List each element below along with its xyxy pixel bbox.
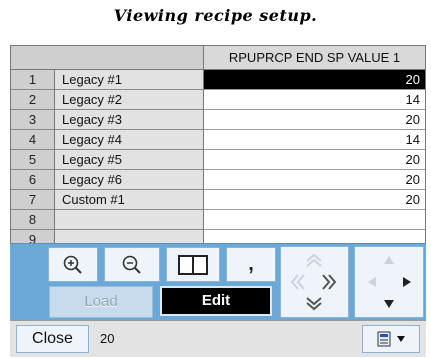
row-number[interactable]: 6 — [11, 170, 55, 190]
close-button[interactable]: Close — [16, 325, 89, 353]
recipe-name-cell[interactable]: Legacy #4 — [55, 130, 204, 150]
value-cell[interactable]: 14 — [204, 90, 425, 110]
row-number[interactable]: 4 — [11, 130, 55, 150]
recipe-name-cell[interactable]: Legacy #6 — [55, 170, 204, 190]
comma-button[interactable]: , — [226, 247, 276, 282]
table-row[interactable]: 8 — [11, 210, 425, 230]
recipe-name-cell[interactable]: Legacy #1 — [55, 70, 204, 90]
page-navigation-pad[interactable] — [280, 246, 349, 318]
page-navigation-icon — [290, 253, 337, 311]
status-bar: Close 20 — [10, 320, 426, 357]
value-cell[interactable]: 20 — [204, 70, 425, 90]
recipe-name-cell[interactable]: Legacy #3 — [55, 110, 204, 130]
row-number[interactable]: 2 — [11, 90, 55, 110]
table-row[interactable]: 2 Legacy #2 14 — [11, 90, 425, 110]
value-cell[interactable]: 20 — [204, 110, 425, 130]
row-number[interactable]: 7 — [11, 190, 55, 210]
recipe-name-cell[interactable]: Legacy #5 — [55, 150, 204, 170]
zoom-out-icon — [122, 255, 141, 274]
row-number[interactable]: 8 — [11, 210, 55, 230]
dropdown-arrow-icon — [397, 336, 405, 342]
table-row[interactable]: 1 Legacy #1 20 — [11, 70, 425, 90]
load-button[interactable]: Load — [49, 286, 153, 318]
screen-caption: Viewing recipe setup. — [113, 6, 318, 25]
value-cell[interactable]: 20 — [204, 170, 425, 190]
cell-navigation-pad[interactable] — [354, 246, 424, 318]
value-cell[interactable]: 14 — [204, 130, 425, 150]
view-menu-button[interactable] — [362, 325, 420, 353]
row-number[interactable]: 1 — [11, 70, 55, 90]
table-row[interactable]: 3 Legacy #3 20 — [11, 110, 425, 130]
cell-navigation-icon — [368, 256, 411, 308]
row-number[interactable]: 5 — [11, 150, 55, 170]
zoom-in-icon — [63, 255, 82, 274]
current-cell-value: 20 — [100, 331, 115, 346]
table-row[interactable]: 7 Custom #1 20 — [11, 190, 425, 210]
column-header-value[interactable]: RPUPRCP END SP VALUE 1 — [204, 46, 425, 70]
split-view-button[interactable] — [166, 247, 220, 282]
recipe-name-cell[interactable] — [55, 210, 204, 230]
table-row[interactable]: 4 Legacy #4 14 — [11, 130, 425, 150]
split-view-icon — [178, 254, 208, 275]
zoom-in-button[interactable] — [48, 247, 98, 282]
row-number[interactable]: 3 — [11, 110, 55, 130]
recipe-name-cell[interactable]: Custom #1 — [55, 190, 204, 210]
grid-corner-header — [11, 46, 204, 70]
table-row[interactable]: 5 Legacy #5 20 — [11, 150, 425, 170]
table-row[interactable]: 6 Legacy #6 20 — [11, 170, 425, 190]
value-cell[interactable] — [204, 210, 425, 230]
value-cell[interactable]: 20 — [204, 190, 425, 210]
recipe-toolbar: , Load Edit — [10, 243, 426, 321]
zoom-out-button[interactable] — [104, 247, 160, 282]
list-view-icon — [377, 331, 391, 347]
edit-button[interactable]: Edit — [160, 286, 272, 316]
grid-header: RPUPRCP END SP VALUE 1 — [11, 46, 425, 70]
recipe-name-cell[interactable]: Legacy #2 — [55, 90, 204, 110]
value-cell[interactable]: 20 — [204, 150, 425, 170]
